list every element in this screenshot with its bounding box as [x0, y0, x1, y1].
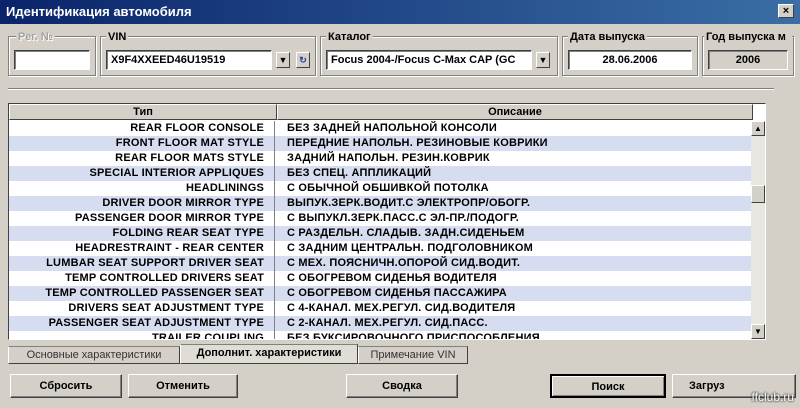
cell-type: PASSENGER DOOR MIRROR TYPE — [9, 211, 275, 226]
column-header-type[interactable]: Тип — [9, 104, 277, 120]
table-row[interactable]: DRIVERS SEAT ADJUSTMENT TYPE С 4-КАНАЛ. М… — [9, 301, 753, 316]
vin-input[interactable]: X9F4XXEED46U19519 — [106, 50, 272, 70]
watermark: ffclub.ru — [751, 390, 794, 404]
cell-description: ПЕРЕДНИЕ НАПОЛЬН. РЕЗИНОВЫЕ КОВРИКИ — [287, 137, 548, 149]
catalog-dropdown-button[interactable]: ▼ — [536, 52, 550, 68]
close-button[interactable]: × — [778, 4, 794, 18]
cell-description: БЕЗ СПЕЦ. АППЛИКАЦИЙ — [287, 167, 432, 179]
cell-type: HEADLININGS — [9, 181, 275, 196]
scroll-up-button[interactable]: ▲ — [751, 121, 765, 136]
table-row[interactable]: SPECIAL INTERIOR APPLIQUES БЕЗ СПЕЦ. АППЛ… — [9, 166, 753, 181]
table-row[interactable]: HEADRESTRAINT - REAR CENTER С ЗАДНИМ ЦЕНТ… — [9, 241, 753, 256]
model-year-field: 2006 — [708, 50, 788, 70]
identification-window: Идентификация автомобиля × Рег. № VIN X9… — [0, 0, 800, 408]
table-row[interactable]: TEMP CONTROLLED PASSENGER SEAT С ОБОГРЕВО… — [9, 286, 753, 301]
date-label: Дата выпуска — [568, 31, 647, 43]
cell-type: HEADRESTRAINT - REAR CENTER — [9, 241, 275, 256]
characteristics-table[interactable]: Тип Описание REAR FLOOR CONSOLE БЕЗ ЗАДНЕ… — [8, 103, 766, 340]
cell-description: С ВЫПУКЛ.ЗЕРК.ПАСС.С ЭЛ-ПР./ПОДОГР. — [287, 212, 519, 224]
cell-type: REAR FLOOR MATS STYLE — [9, 151, 275, 166]
year-label: Год выпуска м — [704, 31, 792, 43]
table-body: REAR FLOOR CONSOLE БЕЗ ЗАДНЕЙ НАПОЛЬНОЙ К… — [9, 121, 753, 340]
tab-additional-characteristics[interactable]: Дополнит. характеристики — [180, 344, 358, 364]
cell-description: С ЗАДНИМ ЦЕНТРАЛЬН. ПОДГОЛОВНИКОМ — [287, 242, 533, 254]
table-row[interactable]: FRONT FLOOR MAT STYLE ПЕРЕДНИЕ НАПОЛЬН. Р… — [9, 136, 753, 151]
reset-button[interactable]: Сбросить — [10, 374, 122, 398]
cell-type: PASSENGER SEAT ADJUSTMENT TYPE — [9, 316, 275, 331]
refresh-icon: ↻ — [299, 55, 307, 65]
cell-type: FOLDING REAR SEAT TYPE — [9, 226, 275, 241]
cell-description: БЕЗ ЗАДНЕЙ НАПОЛЬНОЙ КОНСОЛИ — [287, 122, 497, 134]
column-header-description[interactable]: Описание — [277, 104, 753, 120]
chevron-down-icon: ▼ — [278, 55, 288, 65]
vertical-scrollbar[interactable]: ▲ ▼ — [751, 121, 765, 339]
cell-description: ЗАДНИЙ НАПОЛЬН. РЕЗИН.КОВРИК — [287, 152, 490, 164]
table-row[interactable]: PASSENGER SEAT ADJUSTMENT TYPE С 2-КАНАЛ.… — [9, 316, 753, 331]
separator — [8, 88, 774, 90]
summary-button[interactable]: Сводка — [346, 374, 458, 398]
table-row[interactable]: REAR FLOOR CONSOLE БЕЗ ЗАДНЕЙ НАПОЛЬНОЙ К… — [9, 121, 753, 136]
arrow-down-icon: ▼ — [754, 327, 762, 336]
table-row[interactable]: PASSENGER DOOR MIRROR TYPE С ВЫПУКЛ.ЗЕРК.… — [9, 211, 753, 226]
cell-type: FRONT FLOOR MAT STYLE — [9, 136, 275, 151]
table-row[interactable]: FOLDING REAR SEAT TYPE С РАЗДЕЛЬН. СЛАДЫВ… — [9, 226, 753, 241]
catalog-select[interactable]: Focus 2004-/Focus C-Max CAP (GC — [326, 50, 532, 70]
table-row[interactable]: TEMP CONTROLLED DRIVERS SEAT С ОБОГРЕВОМ … — [9, 271, 753, 286]
scroll-thumb[interactable] — [751, 185, 765, 203]
cell-description: С ОБЫЧНОЙ ОБШИВКОЙ ПОТОЛКА — [287, 182, 489, 194]
cell-type: LUMBAR SEAT SUPPORT DRIVER SEAT — [9, 256, 275, 271]
cell-type: TRAILER COUPLING — [9, 331, 275, 339]
cell-description: С ОБОГРЕВОМ СИДЕНЬЯ ВОДИТЕЛЯ — [287, 272, 497, 284]
cell-type: DRIVERS SEAT ADJUSTMENT TYPE — [9, 301, 275, 316]
cell-description: БЕЗ БУКСИРОВОЧНОГО ПРИСПОСОБЛЕНИЯ — [287, 332, 540, 340]
table-row[interactable]: TRAILER COUPLING БЕЗ БУКСИРОВОЧНОГО ПРИСП… — [9, 331, 753, 340]
cell-description: С РАЗДЕЛЬН. СЛАДЫВ. ЗАДН.СИДЕНЬЕМ — [287, 227, 525, 239]
search-button[interactable]: Поиск — [550, 374, 666, 398]
scroll-down-button[interactable]: ▼ — [751, 324, 765, 339]
table-row[interactable]: LUMBAR SEAT SUPPORT DRIVER SEAT С МЕХ. ПО… — [9, 256, 753, 271]
vin-dropdown-button[interactable]: ▼ — [276, 52, 290, 68]
table-row[interactable]: DRIVER DOOR MIRROR TYPE ВЫПУК.ЗЕРК.ВОДИТ.… — [9, 196, 753, 211]
arrow-up-icon: ▲ — [754, 124, 762, 133]
release-date-field[interactable]: 28.06.2006 — [568, 50, 692, 70]
table-row[interactable]: HEADLININGS С ОБЫЧНОЙ ОБШИВКОЙ ПОТОЛКА — [9, 181, 753, 196]
reg-label: Рег. № — [16, 31, 56, 43]
vin-label: VIN — [106, 31, 129, 43]
window-title: Идентификация автомобиля — [6, 4, 192, 19]
cell-type: REAR FLOOR CONSOLE — [9, 121, 275, 136]
cell-type: TEMP CONTROLLED PASSENGER SEAT — [9, 286, 275, 301]
cancel-button[interactable]: Отменить — [128, 374, 238, 398]
cell-type: DRIVER DOOR MIRROR TYPE — [9, 196, 275, 211]
cell-type: TEMP CONTROLLED DRIVERS SEAT — [9, 271, 275, 286]
table-header: Тип Описание — [9, 104, 753, 120]
cell-description: С МЕХ. ПОЯСНИЧН.ОПОРОЙ СИД.ВОДИТ. — [287, 257, 521, 269]
reg-input[interactable] — [14, 50, 90, 70]
cell-description: С 4-КАНАЛ. МЕХ.РЕГУЛ. СИД.ВОДИТЕЛЯ — [287, 302, 516, 314]
vin-refresh-button[interactable]: ↻ — [296, 52, 310, 68]
tab-main-characteristics[interactable]: Основные характеристики — [8, 346, 180, 364]
cell-type: SPECIAL INTERIOR APPLIQUES — [9, 166, 275, 181]
tab-vin-note[interactable]: Примечание VIN — [358, 346, 468, 364]
cell-description: ВЫПУК.ЗЕРК.ВОДИТ.С ЭЛЕКТРОПР/ОБОГР. — [287, 197, 531, 209]
title-bar: Идентификация автомобиля × — [0, 0, 800, 24]
chevron-down-icon: ▼ — [538, 55, 548, 65]
cell-description: С ОБОГРЕВОМ СИДЕНЬЯ ПАССАЖИРА — [287, 287, 507, 299]
cell-description: С 2-КАНАЛ. МЕХ.РЕГУЛ. СИД.ПАСС. — [287, 317, 488, 329]
catalog-label: Каталог — [326, 31, 373, 43]
table-row[interactable]: REAR FLOOR MATS STYLE ЗАДНИЙ НАПОЛЬН. РЕЗ… — [9, 151, 753, 166]
